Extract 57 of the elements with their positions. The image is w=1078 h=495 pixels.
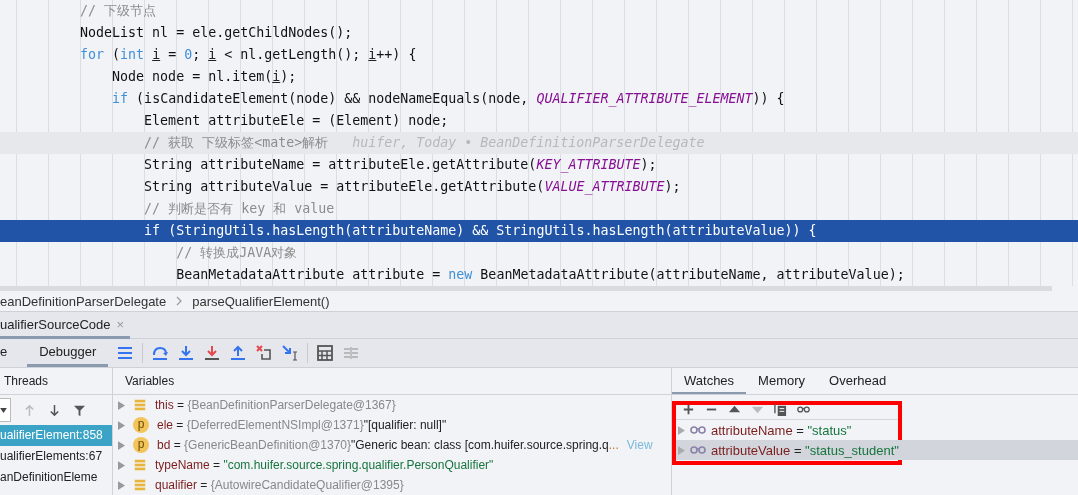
step-over-icon[interactable]: [151, 344, 170, 362]
list-icon[interactable]: [116, 344, 135, 362]
field-icon: [133, 398, 147, 412]
breadcrumb-item[interactable]: parseQualifierElement(): [192, 293, 330, 309]
table-icon: [342, 344, 361, 362]
down-arrow-icon[interactable]: [48, 403, 61, 417]
drop-frame-icon[interactable]: [255, 344, 274, 362]
code-line: for (int i = 0; i < nl.getLength(); i++) {: [79, 46, 418, 64]
variable-value: bd = {GenericBeanDefinition@1370}"Generic bean: class [com.huifer.source.spring.q...: [157, 438, 619, 452]
watch-expression: attributeName = "status": [711, 422, 852, 438]
chevron-icon: [176, 296, 183, 306]
step-into-icon[interactable]: [177, 344, 196, 362]
field-icon: [133, 478, 147, 492]
code-line: BeanMetadataAttribute attribute = new BeanMetadataAttribute(attributeName, attributeValue);: [175, 266, 906, 284]
field-icon: [133, 458, 147, 472]
code-line: String attributeName = attributeEle.getAttribute(KEY_ATTRIBUTE);: [143, 156, 658, 175]
code-line: if (isCandidateElement(node) && nodeNameEquals(node, QUALIFIER_ATTRIBUTE_ELEMENT)) {: [111, 90, 786, 109]
variable-value: qualifier = {AutowireCandidateQualifier@1395}: [155, 478, 404, 492]
code-line: // 转换成JAVA对象: [175, 244, 299, 262]
thread-dropdown[interactable]: [0, 398, 11, 422]
panel-tab[interactable]: Overhead: [817, 368, 899, 394]
code-line: NodeList nl = ele.getChildNodes();: [79, 24, 354, 42]
breadcrumb-item[interactable]: eanDefinitionParserDelegate: [0, 293, 167, 309]
run-to-cursor-icon[interactable]: [281, 344, 300, 362]
watch-row[interactable]: attributeName = "status": [676, 420, 898, 440]
force-step-into-icon[interactable]: [203, 344, 222, 362]
code-line: // 下级节点: [79, 2, 158, 20]
stack-frame[interactable]: anDefinitionEleme: [0, 467, 112, 488]
panel-title: Threads: [4, 374, 49, 388]
calculator-icon[interactable]: [316, 344, 335, 362]
panel-title: Variables: [125, 374, 175, 388]
watch-row[interactable]: attributeValue = "status_student": [676, 440, 1078, 460]
filter-icon[interactable]: [73, 403, 86, 417]
glasses-icon: [690, 425, 706, 435]
caret-icon: [0, 407, 7, 413]
copy-icon[interactable]: [774, 402, 787, 416]
watch-expression: attributeValue = "status_student": [711, 442, 899, 458]
code-line: Node node = nl.item(i);: [111, 68, 298, 86]
variable-value: this = {BeanDefinitionParserDelegate@1367}: [155, 398, 396, 412]
panel-tab[interactable]: Watches: [672, 368, 747, 394]
debug-tab[interactable]: Debugger: [27, 339, 109, 367]
run-tab-label: ualifierSourceCode: [0, 316, 111, 332]
parameter-icon: p: [133, 417, 149, 433]
parameter-icon: p: [133, 437, 149, 453]
code-line: Element attributeEle = (Element) node;: [143, 112, 450, 130]
code-editor[interactable]: [0, 0, 1078, 286]
variable-value: typeName = "com.huifer.source.spring.qualifier.PersonQualifier": [155, 458, 494, 472]
debug-tab[interactable]: e: [0, 339, 20, 367]
scrollbar[interactable]: [0, 286, 1052, 291]
panel-tab[interactable]: Memory: [746, 368, 818, 394]
step-out-icon[interactable]: [229, 344, 248, 362]
code-line: // 判断是否有 key 和 value: [143, 200, 336, 218]
add-icon[interactable]: [682, 402, 695, 416]
stack-frame[interactable]: ualifierElements:67: [0, 446, 112, 467]
code-line: String attributeValue = attributeEle.getAttribute(VALUE_ATTRIBUTE);: [143, 178, 682, 197]
glasses-icon: [690, 445, 706, 455]
variable-value: ele = {DeferredElementNSImpl@1371}"[qualifier: null]": [157, 418, 447, 432]
